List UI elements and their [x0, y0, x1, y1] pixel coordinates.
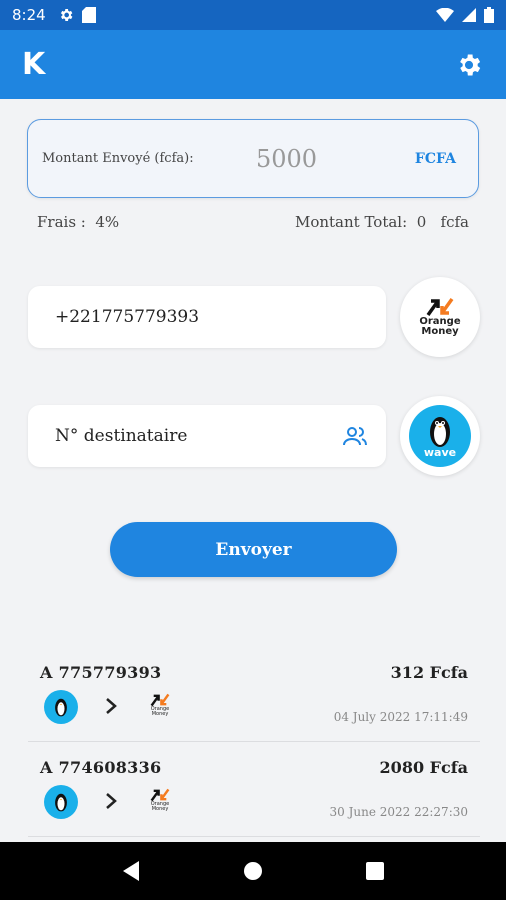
- wifi-icon: [436, 8, 454, 22]
- transaction-item[interactable]: A 775779393 312 Fcfa Orange Money 04 Jul…: [28, 647, 480, 742]
- chevron-right-icon: [106, 698, 117, 714]
- orange-money-mini-text: Orange Money: [150, 706, 170, 717]
- transaction-recipient: A 774608336: [40, 758, 162, 777]
- recents-icon: [366, 862, 384, 880]
- transaction-history: A 775779393 312 Fcfa Orange Money 04 Jul…: [28, 647, 480, 837]
- sender-phone-value[interactable]: +221775779393: [55, 307, 199, 327]
- penguin-icon: [430, 417, 450, 447]
- amount-input-card[interactable]: Montant Envoyé (fcfa): 5000 FCFA: [27, 119, 479, 198]
- fees-label: Frais :: [37, 213, 86, 231]
- amount-label: Montant Envoyé (fcfa):: [42, 151, 194, 166]
- orange-money-icon: Orange Money: [145, 693, 175, 723]
- transaction-recipient: A 775779393: [40, 663, 162, 682]
- fees-text: Frais : 4%: [37, 213, 119, 231]
- recipient-field[interactable]: N° destinataire: [28, 405, 386, 467]
- orange-money-text: Orange Money: [419, 316, 461, 337]
- total-value: 0: [416, 213, 427, 231]
- gear-icon: [460, 54, 481, 75]
- system-nav-bar: [0, 842, 506, 900]
- wave-icon: [44, 690, 78, 724]
- back-button[interactable]: [119, 859, 143, 883]
- sender-phone-field[interactable]: +221775779393: [28, 286, 386, 348]
- status-time: 8:24: [12, 6, 46, 24]
- app-bar: K: [0, 30, 506, 99]
- wave-logo: wave: [409, 405, 471, 467]
- contacts-icon[interactable]: [342, 425, 368, 447]
- transaction-amount: 2080 Fcfa: [379, 758, 468, 777]
- fees-row: Frais : 4% Montant Total: 0 fcfa: [37, 213, 469, 231]
- recipient-placeholder[interactable]: N° destinataire: [55, 426, 187, 446]
- battery-icon: [484, 7, 494, 23]
- back-icon: [123, 861, 139, 881]
- gear-icon: [60, 9, 73, 21]
- transaction-date: 30 June 2022 22:27:30: [329, 805, 468, 819]
- wave-text: wave: [423, 446, 457, 459]
- transaction-amount: 312 Fcfa: [390, 663, 468, 682]
- home-button[interactable]: [241, 859, 265, 883]
- status-bar: 8:24: [0, 0, 506, 30]
- total-text: Montant Total: 0 fcfa: [295, 213, 469, 231]
- orange-money-button[interactable]: Orange Money: [400, 277, 480, 357]
- wave-icon: [44, 785, 78, 819]
- chevron-right-icon: [106, 793, 117, 809]
- transaction-item[interactable]: A 774608336 2080 Fcfa Orange Money 30 Ju…: [28, 742, 480, 837]
- total-label: Montant Total:: [294, 213, 408, 231]
- total-unit: fcfa: [440, 213, 469, 231]
- app-logo: K: [22, 47, 45, 82]
- wave-button[interactable]: wave: [400, 396, 480, 476]
- orange-money-mini-text: Orange Money: [150, 801, 170, 812]
- sd-card-icon: [81, 7, 96, 23]
- currency-label: FCFA: [414, 150, 456, 167]
- orange-money-arrows-icon: [426, 297, 454, 317]
- recents-button[interactable]: [363, 859, 387, 883]
- send-button[interactable]: Envoyer: [110, 522, 397, 577]
- transaction-date: 04 July 2022 17:11:49: [333, 710, 468, 724]
- settings-button[interactable]: [454, 50, 484, 80]
- home-icon: [244, 862, 262, 880]
- orange-money-logo: Orange Money: [419, 297, 461, 337]
- signal-icon: [462, 8, 476, 22]
- amount-input[interactable]: 5000: [256, 145, 415, 173]
- orange-money-icon: Orange Money: [145, 788, 175, 818]
- fees-value: 4%: [95, 213, 120, 231]
